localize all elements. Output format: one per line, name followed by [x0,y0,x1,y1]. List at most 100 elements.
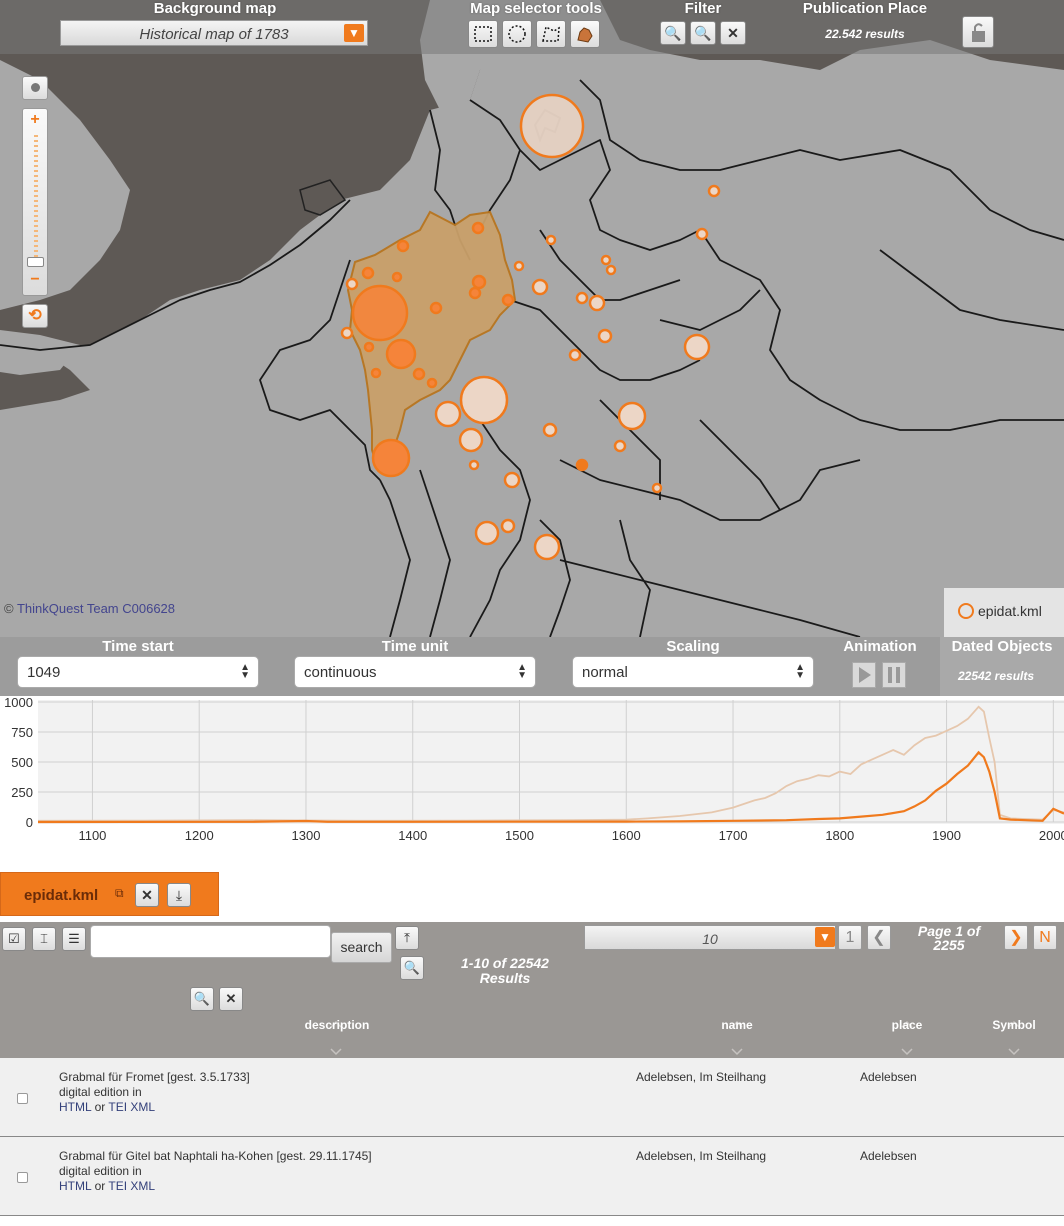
magnifier-icon: 🔍 [664,25,682,41]
close-icon: ✕ [225,991,237,1006]
background-map-title: Background map [153,0,277,17]
html-link[interactable]: HTML [59,1179,91,1193]
place-marker[interactable] [519,93,585,159]
polygon-select-button[interactable] [536,20,566,48]
or-text: or [94,1100,106,1114]
column-header-place[interactable]: place [867,1018,947,1032]
pause-button[interactable] [882,662,906,688]
result-range: 1-10 of 22542 Results [440,956,570,986]
next-page-button[interactable]: ❯ [1004,925,1028,950]
row-name: Adelebsen, Im Steilhang [636,1070,767,1084]
row-title: Grabmal für Fromet [gest. 3.5.1733] [59,1070,250,1084]
export-dataset-button[interactable]: ⤓ [167,883,191,907]
row-edition-text: digital edition in [59,1164,142,1178]
x-tick-label: 1700 [719,828,748,843]
time-unit-select[interactable]: continuous ▲ ▼ [294,656,536,688]
magnifier-inverse-icon: 🔍 [193,991,211,1006]
zoom-in-button[interactable]: + [24,111,46,131]
page-indicator-line1: Page 1 of [917,923,981,939]
play-button[interactable] [852,662,876,688]
last-page-button[interactable]: N [1033,925,1057,950]
first-page-button[interactable]: 1 [838,925,862,950]
table-filter-clear-button[interactable]: ✕ [219,987,243,1011]
tei-link[interactable]: TEI XML [108,1179,155,1193]
square-select-button[interactable] [468,20,498,48]
zoom-out-button[interactable]: − [24,271,46,291]
dated-objects-panel: Dated Objects 22542 results [940,637,1064,696]
x-tick-label: 1600 [612,828,641,843]
time-chart[interactable]: 0 250 500 750 1000 1100 1200 1300 1400 1500 1600 1… [0,696,1064,846]
time-start-value: 1049 [27,664,61,681]
deselect-all-button[interactable]: ⌶ [32,927,56,951]
result-range-line1: 1-10 of 22542 [461,955,549,971]
y-tick-label: 1000 [4,696,33,710]
deselect-icon: ⌶ [40,931,48,946]
list-icon: ☰ [68,931,80,946]
row-description: Grabmal für Fromet [gest. 3.5.1733] digi… [59,1070,250,1115]
x-tick-label: 2000 [1039,828,1064,843]
show-selected-top-button[interactable]: ⤒ [395,926,419,950]
chevron-down-icon: ▼ [344,24,364,42]
reset-view-button[interactable]: ⟲ [22,304,48,328]
time-start-select[interactable]: 1049 ▲ ▼ [17,656,259,688]
map-view[interactable]: Background map Historical map of 1783 ▼ … [0,0,1064,637]
time-controls: Time start 1049 ▲ ▼ Time unit continuous … [0,637,1064,696]
html-link[interactable]: HTML [59,1100,91,1114]
row-description: Grabmal für Gitel bat Naphtali ha-Kohen … [59,1149,372,1194]
pan-button[interactable] [22,76,48,100]
square-select-icon [474,26,492,42]
polygon-select-icon [542,25,560,42]
row-checkbox[interactable] [17,1093,28,1104]
dataset-tab[interactable]: epidat.kml ⧉ ✕ ⤓ [0,872,219,916]
copyright-symbol: © [4,601,14,616]
y-tick-label: 500 [11,755,33,770]
table-row[interactable]: Grabmal für Fromet [gest. 3.5.1733] digi… [0,1058,1064,1137]
y-tick-label: 250 [11,785,33,800]
filter-clear-button[interactable]: ✕ [720,21,746,45]
column-header-description[interactable]: description [287,1018,387,1032]
per-page-value: 10 [702,931,718,947]
tei-link[interactable]: TEI XML [108,1100,155,1114]
checkbox-icon: ☑ [8,931,20,946]
chevron-left-icon: ❮ [872,929,886,946]
row-checkbox[interactable] [17,1172,28,1183]
magnifier-inverse-icon: 🔍 [694,25,712,41]
lock-button[interactable] [962,16,994,48]
table-search-input[interactable] [90,925,331,958]
per-page-select[interactable]: 10 ▼ [584,925,836,950]
dataset-tab-label: epidat.kml [24,887,99,904]
map-copyright: © ThinkQuest Team C006628 [4,601,175,616]
y-tick-label: 0 [26,815,33,830]
column-header-name[interactable]: name [697,1018,777,1032]
filter-inverse-button[interactable]: 🔍 [690,21,716,45]
search-button[interactable]: search [331,932,392,963]
table-row[interactable]: Grabmal für Gitel bat Naphtali ha-Kohen … [0,1137,1064,1216]
scaling-select[interactable]: normal ▲ ▼ [572,656,814,688]
x-tick-label: 1100 [78,828,106,843]
x-tick-label: 1800 [825,828,854,843]
remove-dataset-button[interactable]: ✕ [135,883,159,907]
close-icon: ✕ [727,25,739,41]
center-dot-icon [30,83,40,92]
toggle-list-button[interactable]: ☰ [62,927,86,951]
circle-select-icon [508,25,526,43]
country-select-button[interactable] [570,20,600,48]
x-tick-label: 1900 [932,828,961,843]
filter-zoom-button[interactable]: 🔍 [660,21,686,45]
column-header-symbol[interactable]: Symbol [974,1018,1054,1032]
select-all-button[interactable]: ☑ [2,927,26,951]
map-toolbar: Background map Historical map of 1783 ▼ … [0,0,1064,54]
reset-icon: ⟲ [28,307,42,324]
animation-label: Animation [843,638,917,655]
x-tick-label: 1200 [185,828,214,843]
row-name: Adelebsen, Im Steilhang [636,1149,767,1163]
previous-page-button[interactable]: ❮ [867,925,891,950]
external-link-icon[interactable]: ⧉ [115,886,124,901]
filter-selection-button[interactable]: 🔍 [400,956,424,980]
zoom-thumb[interactable] [27,257,44,267]
circle-select-button[interactable] [502,20,532,48]
zoom-slider[interactable]: + − [22,108,48,296]
table-filter-inverse-button[interactable]: 🔍 [190,987,214,1011]
background-map-select[interactable]: Historical map of 1783 ▼ [60,20,368,46]
result-range-line2: Results [479,970,531,986]
